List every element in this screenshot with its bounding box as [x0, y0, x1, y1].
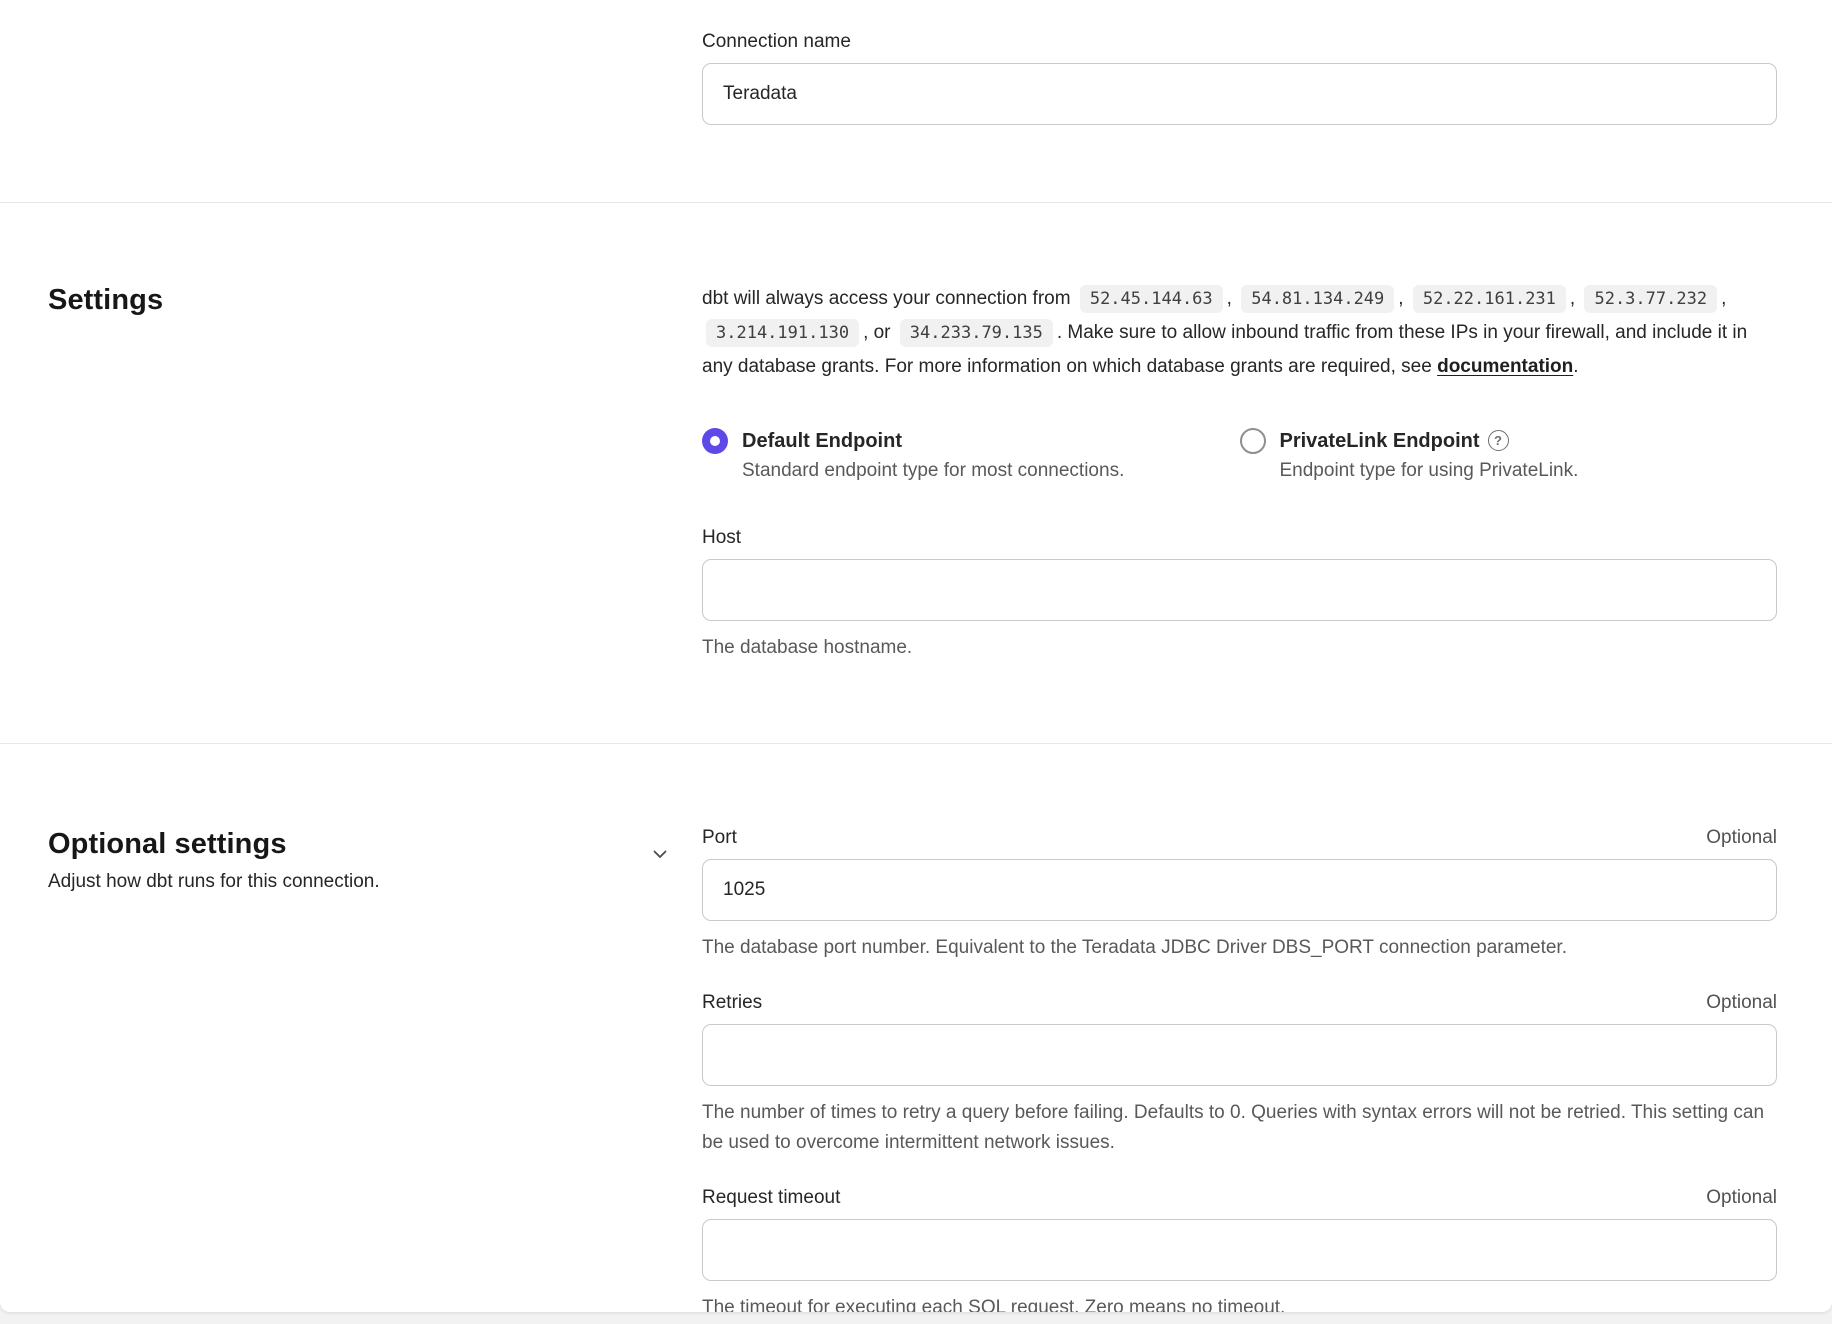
settings-heading-cell: Settings — [48, 282, 702, 663]
connection-name-label: Connection name — [702, 30, 1777, 53]
request-timeout-input[interactable] — [702, 1219, 1777, 1281]
optional-settings-section: Optional settings Adjust how dbt runs fo… — [0, 826, 1832, 1312]
request-timeout-field: Request timeout Optional The timeout for… — [702, 1186, 1777, 1312]
ip-address-chip: 52.22.161.231 — [1413, 285, 1566, 313]
request-timeout-label: Request timeout — [702, 1186, 840, 1209]
endpoint-option-privatelink[interactable]: PrivateLink Endpoint? Endpoint type for … — [1240, 427, 1778, 484]
port-help-text: The database port number. Equivalent to … — [702, 933, 1777, 963]
optional-settings-heading: Optional settings — [48, 826, 702, 862]
host-field: Host The database hostname. — [702, 526, 1777, 663]
optional-badge: Optional — [1706, 1187, 1777, 1209]
optional-settings-subheading: Adjust how dbt runs for this connection. — [48, 869, 702, 895]
endpoint-radio-group: Default Endpoint Standard endpoint type … — [702, 427, 1777, 484]
optional-settings-heading-cell: Optional settings Adjust how dbt runs fo… — [48, 826, 702, 1312]
endpoint-option-description: Standard endpoint type for most connecti… — [742, 458, 1124, 484]
question-circle-icon[interactable]: ? — [1488, 430, 1509, 451]
ip-address-chip: 52.3.77.232 — [1584, 285, 1717, 313]
endpoint-option-label: PrivateLink Endpoint — [1280, 430, 1480, 452]
connection-name-input[interactable] — [702, 63, 1777, 125]
port-label: Port — [702, 826, 737, 849]
host-label: Host — [702, 526, 1777, 549]
connection-settings-panel: Connection name Settings dbt will always… — [0, 0, 1832, 1312]
port-field: Port Optional The database port number. … — [702, 826, 1777, 963]
ip-notice: dbt will always access your connection f… — [702, 282, 1777, 383]
retries-help-text: The number of times to retry a query bef… — [702, 1098, 1777, 1158]
optional-badge: Optional — [1706, 827, 1777, 849]
retries-input[interactable] — [702, 1024, 1777, 1086]
connection-name-section: Connection name — [0, 0, 1832, 125]
ip-address-chip: 52.45.144.63 — [1080, 285, 1223, 313]
ip-address-chip: 3.214.191.130 — [706, 319, 859, 347]
settings-content: dbt will always access your connection f… — [702, 282, 1777, 663]
section-divider — [0, 743, 1832, 744]
ip-address-chip: 54.81.134.249 — [1241, 285, 1394, 313]
settings-heading: Settings — [48, 282, 702, 318]
chevron-down-icon[interactable] — [648, 842, 672, 866]
optional-settings-content: Port Optional The database port number. … — [702, 826, 1777, 1312]
host-input[interactable] — [702, 559, 1777, 621]
request-timeout-help-text: The timeout for executing each SQL reque… — [702, 1293, 1777, 1312]
optional-badge: Optional — [1706, 992, 1777, 1014]
radio-selected-icon[interactable] — [702, 428, 728, 454]
radio-unselected-icon[interactable] — [1240, 428, 1266, 454]
endpoint-option-default[interactable]: Default Endpoint Standard endpoint type … — [702, 427, 1240, 484]
retries-label: Retries — [702, 991, 762, 1014]
settings-section: Settings dbt will always access your con… — [0, 282, 1832, 663]
port-input[interactable] — [702, 859, 1777, 921]
endpoint-option-description: Endpoint type for using PrivateLink. — [1280, 458, 1579, 484]
documentation-link[interactable]: documentation — [1437, 356, 1573, 377]
ip-address-chip: 34.233.79.135 — [900, 319, 1053, 347]
section-divider — [0, 202, 1832, 203]
endpoint-option-label: Default Endpoint — [742, 427, 1124, 455]
retries-field: Retries Optional The number of times to … — [702, 991, 1777, 1158]
host-help-text: The database hostname. — [702, 633, 1777, 663]
